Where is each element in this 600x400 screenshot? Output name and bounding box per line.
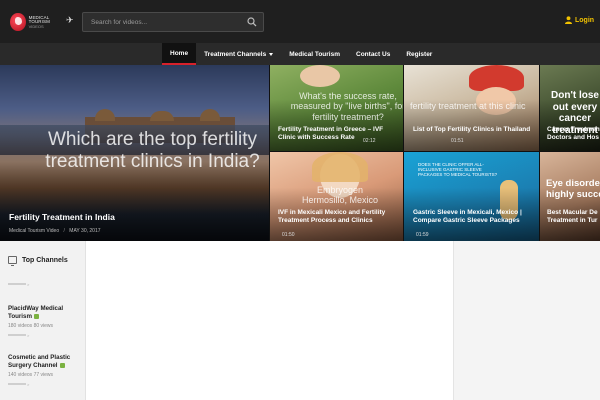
verified-icon (59, 363, 65, 369)
nav-item-label: Register (406, 50, 433, 58)
video-date: MAY 30, 2017 (69, 228, 101, 234)
login-link[interactable]: Login (565, 16, 594, 24)
channel-stats: 180 videos 80 views (8, 322, 54, 329)
video-duration: 02:12 (363, 138, 376, 144)
top-channels-sidebar: Top Channels > PlacidWay Medical Tourism… (0, 241, 86, 400)
thumbnail-caption: DOES THE CLINIC OFFER ALL-INCLUSIVE GAST… (418, 162, 498, 178)
thumbnail-caption: Which are the top fertility treatment cl… (45, 129, 260, 172)
featured-videos: Which are the top fertility treatment cl… (0, 65, 600, 241)
nav-item-medical-tourism[interactable]: Medical Tourism (281, 43, 348, 65)
channel-name[interactable]: Cosmetic and Plastic Surgery Channel (8, 354, 80, 371)
featured-video-card[interactable]: Don't lose out every cancer treatment Ca… (540, 65, 600, 151)
video-duration: 01:51 (451, 138, 464, 144)
nav-item-register[interactable]: Register (398, 43, 440, 65)
site-logo[interactable]: MEDICAL TOURISM VIDEOS ✈ (10, 12, 74, 32)
chevron-down-icon (269, 52, 274, 56)
tv-icon (8, 256, 17, 266)
main-nav-bar: Home Treatment Channels Medical Tourism … (0, 43, 600, 65)
video-channel[interactable]: Medical Tourism Video (9, 228, 59, 234)
channel-progress-bar: > (8, 382, 29, 387)
thumbnail-caption: Eye disorde highly succe (546, 178, 600, 200)
right-column (453, 241, 600, 400)
featured-video-card[interactable]: fertility treatment at this clinic List … (404, 65, 539, 151)
thumbnail-caption: Embryogen Hermosillo, Mexico (301, 185, 379, 206)
featured-video-card[interactable]: Eye disorde highly succe Best Macular De… (540, 152, 600, 241)
video-title[interactable]: List of Top Fertility Clinics in Thailan… (413, 126, 533, 134)
video-meta: Medical Tourism Video / MAY 30, 2017 (9, 228, 101, 234)
thumbnail-caption: fertility treatment at this clinic (410, 101, 526, 111)
featured-video-card[interactable]: What's the success rate, measured by "li… (270, 65, 403, 151)
video-title[interactable]: Fertility Treatment in Greece – IVF Clin… (278, 126, 398, 143)
main-content (87, 241, 453, 400)
nav-item-home[interactable]: Home (162, 43, 197, 65)
featured-main-video[interactable]: Which are the top fertility treatment cl… (0, 65, 269, 241)
nav-item-label: Treatment Channels (204, 50, 267, 58)
video-title[interactable]: Best Macular De Treatment in Tur (547, 209, 600, 226)
featured-video-card[interactable]: DOES THE CLINIC OFFER ALL-INCLUSIVE GAST… (404, 152, 539, 241)
channel-item[interactable]: Cosmetic and Plastic Surgery Channel 140… (8, 354, 80, 378)
sidebar-heading-label: Top Channels (22, 256, 68, 264)
main-nav: Home Treatment Channels Medical Tourism … (162, 43, 440, 65)
globe-icon (10, 13, 26, 31)
channel-name[interactable]: PlacidWay Medical Tourism (8, 305, 80, 322)
search-box (82, 12, 264, 32)
video-duration: 01:59 (416, 232, 429, 238)
channel-stats: 140 videos 77 views (8, 371, 54, 378)
nav-item-contact-us[interactable]: Contact Us (348, 43, 398, 65)
page: MEDICAL TOURISM VIDEOS ✈ Login Home (0, 0, 600, 400)
search-icon[interactable] (247, 17, 257, 27)
user-icon (565, 16, 572, 24)
video-title[interactable]: Fertility Treatment in India (9, 212, 209, 223)
video-title[interactable]: IVF in Mexicali Mexico and Fertility Tre… (278, 209, 398, 226)
nav-item-label: Contact Us (356, 50, 391, 58)
video-duration: 01:50 (282, 232, 295, 238)
video-title[interactable]: Cancer Treatment Doctors and Hos (547, 126, 600, 143)
nav-item-label: Medical Tourism (289, 50, 341, 58)
channel-item[interactable]: PlacidWay Medical Tourism 180 videos 80 … (8, 305, 80, 329)
thumbnail-caption: What's the success rate, measured by "li… (290, 91, 403, 122)
logo-text: MEDICAL TOURISM VIDEOS (28, 15, 66, 29)
login-label: Login (575, 16, 595, 24)
featured-video-card[interactable]: Embryogen Hermosillo, Mexico IVF in Mexi… (270, 152, 403, 241)
nav-item-label: Home (170, 49, 189, 57)
video-title[interactable]: Gastric Sleeve in Mexicali, Mexico | Com… (413, 209, 538, 226)
top-bar: MEDICAL TOURISM VIDEOS ✈ Login (0, 0, 600, 43)
verified-icon (33, 314, 39, 320)
search-input[interactable] (83, 13, 243, 31)
logo-line2: VIDEOS (28, 23, 44, 29)
top-channels-heading: Top Channels (8, 256, 68, 266)
plane-icon: ✈ (66, 15, 74, 25)
channel-progress-bar: > (8, 282, 29, 287)
nav-item-treatment-channels[interactable]: Treatment Channels (196, 43, 281, 65)
channel-progress-bar: > (8, 333, 29, 338)
